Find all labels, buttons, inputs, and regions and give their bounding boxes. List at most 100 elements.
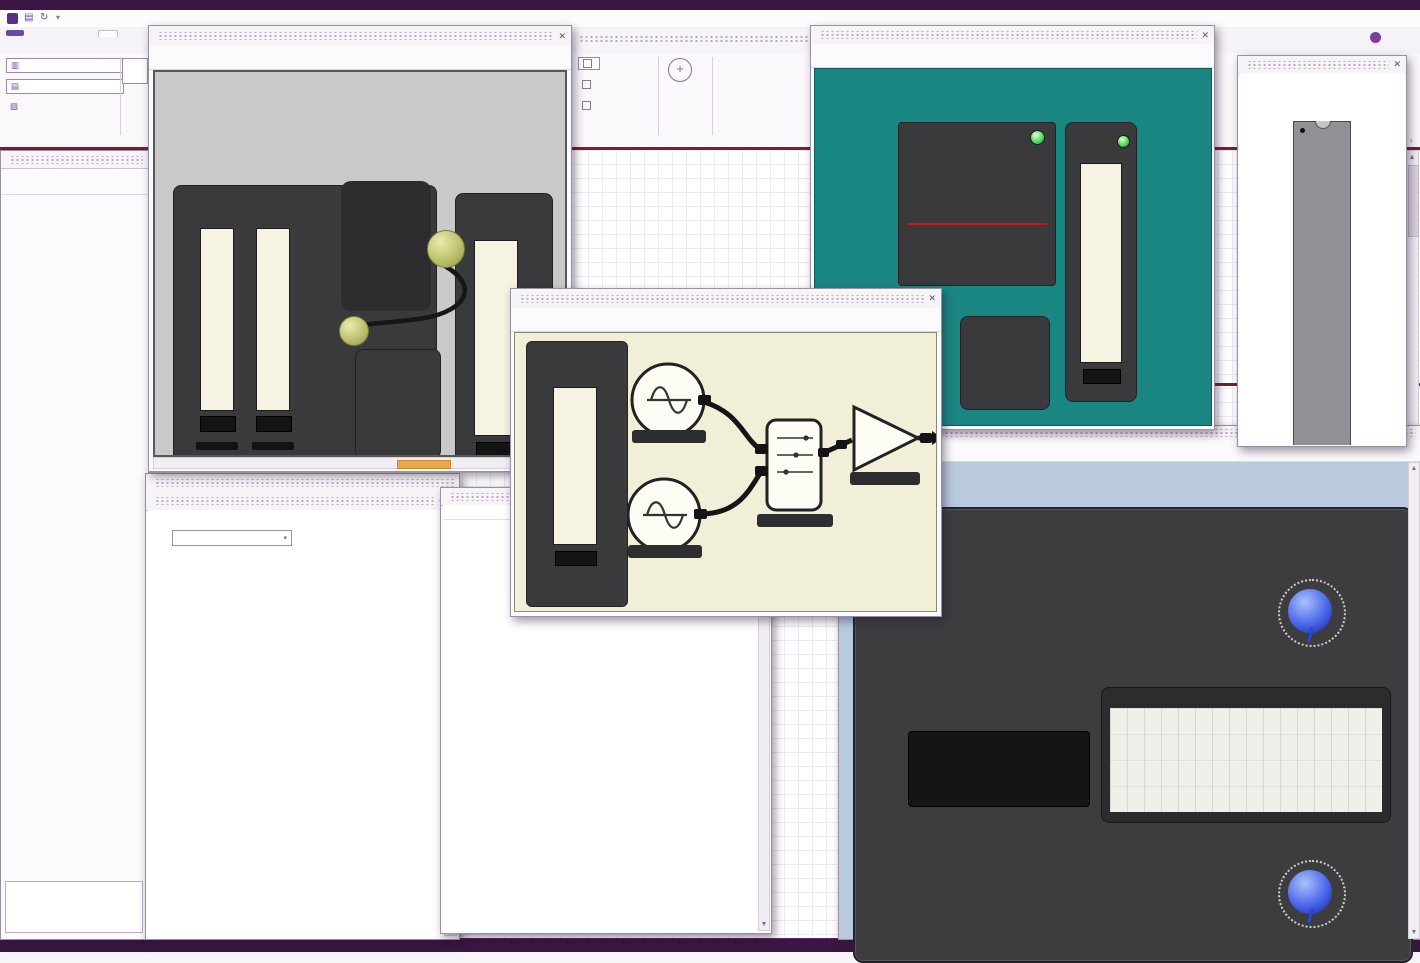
onewire-node-icon[interactable]	[427, 230, 465, 268]
lcd-module	[1101, 687, 1391, 823]
wire-path[interactable]	[347, 264, 467, 332]
icon-lists-toggle[interactable]	[578, 79, 598, 90]
close-icon[interactable]: ✕	[558, 31, 566, 41]
scope-trace	[907, 223, 1047, 225]
target-device-toggle[interactable]	[578, 57, 600, 70]
scroll-up-icon[interactable]: ▲	[1406, 154, 1418, 161]
close-icon[interactable]: ✕	[1393, 60, 1401, 69]
header-dots	[520, 294, 925, 303]
analog-watch-window: •✕ ▾ ▲	[145, 473, 460, 940]
mixer-knob-icon	[783, 469, 789, 475]
toggle-icon	[582, 80, 591, 89]
project-explorer-toolbar	[1, 168, 148, 195]
pwm-slider-scale[interactable]	[1080, 163, 1122, 363]
header-dots	[579, 34, 810, 43]
pwm-toolbar	[811, 44, 1214, 68]
ldr-knob[interactable]	[1278, 860, 1346, 928]
voltage-slider[interactable]	[553, 387, 597, 545]
quick-access-chevron-icon[interactable]: ▾	[56, 13, 60, 22]
tab-file[interactable]	[6, 30, 24, 36]
seven-segment-display	[908, 731, 1090, 807]
analog-content: ▾	[148, 510, 445, 936]
outputs-canvas[interactable]	[514, 332, 937, 612]
map-function-box[interactable]	[960, 316, 1050, 410]
panel-icon: ▥	[11, 60, 20, 70]
header-dots	[1247, 60, 1390, 69]
component-properties-button[interactable]: ▤	[6, 79, 124, 94]
save-icon[interactable]: ▤	[24, 12, 33, 23]
desktop-top-strip	[0, 0, 1420, 10]
mixer-knob-icon	[793, 452, 799, 458]
inputs-header[interactable]: ✕	[149, 26, 571, 47]
search-icon: ▧	[10, 101, 19, 111]
temporary-window-header	[575, 30, 810, 47]
dsp-wave2-label	[628, 545, 702, 558]
tab-edit[interactable]	[56, 30, 74, 36]
ribbon-expand-icon[interactable]: ›	[1410, 136, 1413, 145]
zoom-icon[interactable]: +	[668, 58, 692, 82]
header-dots	[155, 497, 436, 505]
outputs-dsp-panel: ✕	[510, 288, 942, 617]
ribbon-separator	[120, 57, 121, 135]
chip-pins	[1239, 73, 1405, 445]
dsp-mix-label	[757, 514, 833, 527]
scrollbar-thumb[interactable]	[397, 460, 451, 469]
scroll-up-icon[interactable]: ▲	[1409, 465, 1419, 472]
channel-led-icon	[1030, 130, 1045, 145]
target-device-content	[1239, 73, 1405, 445]
project-explorer-button[interactable]: ▥	[6, 58, 124, 73]
header-dots	[10, 155, 143, 164]
undo-icon[interactable]: ↻	[40, 12, 48, 23]
flowcode19-header[interactable]	[146, 474, 459, 493]
mixer-knob-icon	[803, 435, 809, 441]
project-explorer-panel	[0, 150, 149, 940]
scrollbar-thumb[interactable]	[1408, 165, 1419, 237]
panel-icon: ▤	[11, 81, 20, 91]
target-device-header[interactable]: ✕	[1238, 56, 1406, 74]
chevron-down-icon: ▾	[283, 535, 287, 542]
pwm-slider-component[interactable]	[1065, 122, 1137, 402]
header-dots	[158, 32, 555, 40]
dsp-gain-component[interactable]	[852, 404, 922, 473]
dsp-mix-component[interactable]	[765, 418, 823, 512]
header-dots	[820, 31, 1198, 39]
change-history-toggle[interactable]	[578, 100, 598, 111]
scroll-down-icon[interactable]: ▼	[1409, 929, 1419, 936]
dac-value	[555, 551, 597, 566]
pwm-slider-value	[1083, 369, 1121, 384]
inputs-hscrollbar[interactable]	[153, 457, 567, 469]
combo-scrollbar[interactable]: ▲ ▼	[1408, 462, 1420, 939]
analog-window-header[interactable]: •✕	[146, 492, 459, 511]
2d-panels-icon[interactable]	[122, 58, 148, 84]
wire-path[interactable]	[703, 399, 763, 453]
outputs-toolbar	[511, 308, 941, 332]
onewire-node-icon[interactable]	[339, 316, 369, 346]
pwm-header[interactable]: ✕	[811, 26, 1214, 45]
wire-path[interactable]	[699, 470, 764, 517]
target-device-panel: ✕	[1237, 55, 1407, 447]
seven-segment-digits	[909, 732, 1089, 806]
toggle-icon	[582, 101, 591, 110]
inputs-canvas[interactable]	[153, 70, 567, 457]
outputs-header[interactable]: ✕	[511, 289, 941, 309]
description-box	[5, 881, 143, 933]
ribbon-separator	[658, 57, 659, 135]
project-tree	[3, 197, 146, 873]
view-mode-dropdown[interactable]: ▾	[172, 530, 292, 546]
tab-view[interactable]	[98, 30, 118, 37]
app-logo-icon	[7, 13, 18, 24]
inputs-sensors-panel: ✕	[148, 25, 572, 472]
dsp-gain-label	[850, 472, 920, 485]
ribbon-separator	[712, 57, 713, 135]
pot-knob[interactable]	[1278, 579, 1346, 647]
scroll-down-icon[interactable]: ▼	[759, 921, 769, 928]
close-icon[interactable]: ✕	[928, 294, 936, 303]
help-icon[interactable]	[1370, 32, 1381, 43]
find-replace-button[interactable]: ▧	[6, 100, 122, 113]
pwm-channel-box[interactable]	[898, 122, 1056, 286]
lcd-screen	[1110, 708, 1382, 812]
close-icon[interactable]: ✕	[1201, 30, 1209, 40]
dac-component[interactable]	[526, 341, 628, 607]
header-dots	[155, 479, 454, 487]
project-explorer-header[interactable]	[1, 151, 148, 169]
